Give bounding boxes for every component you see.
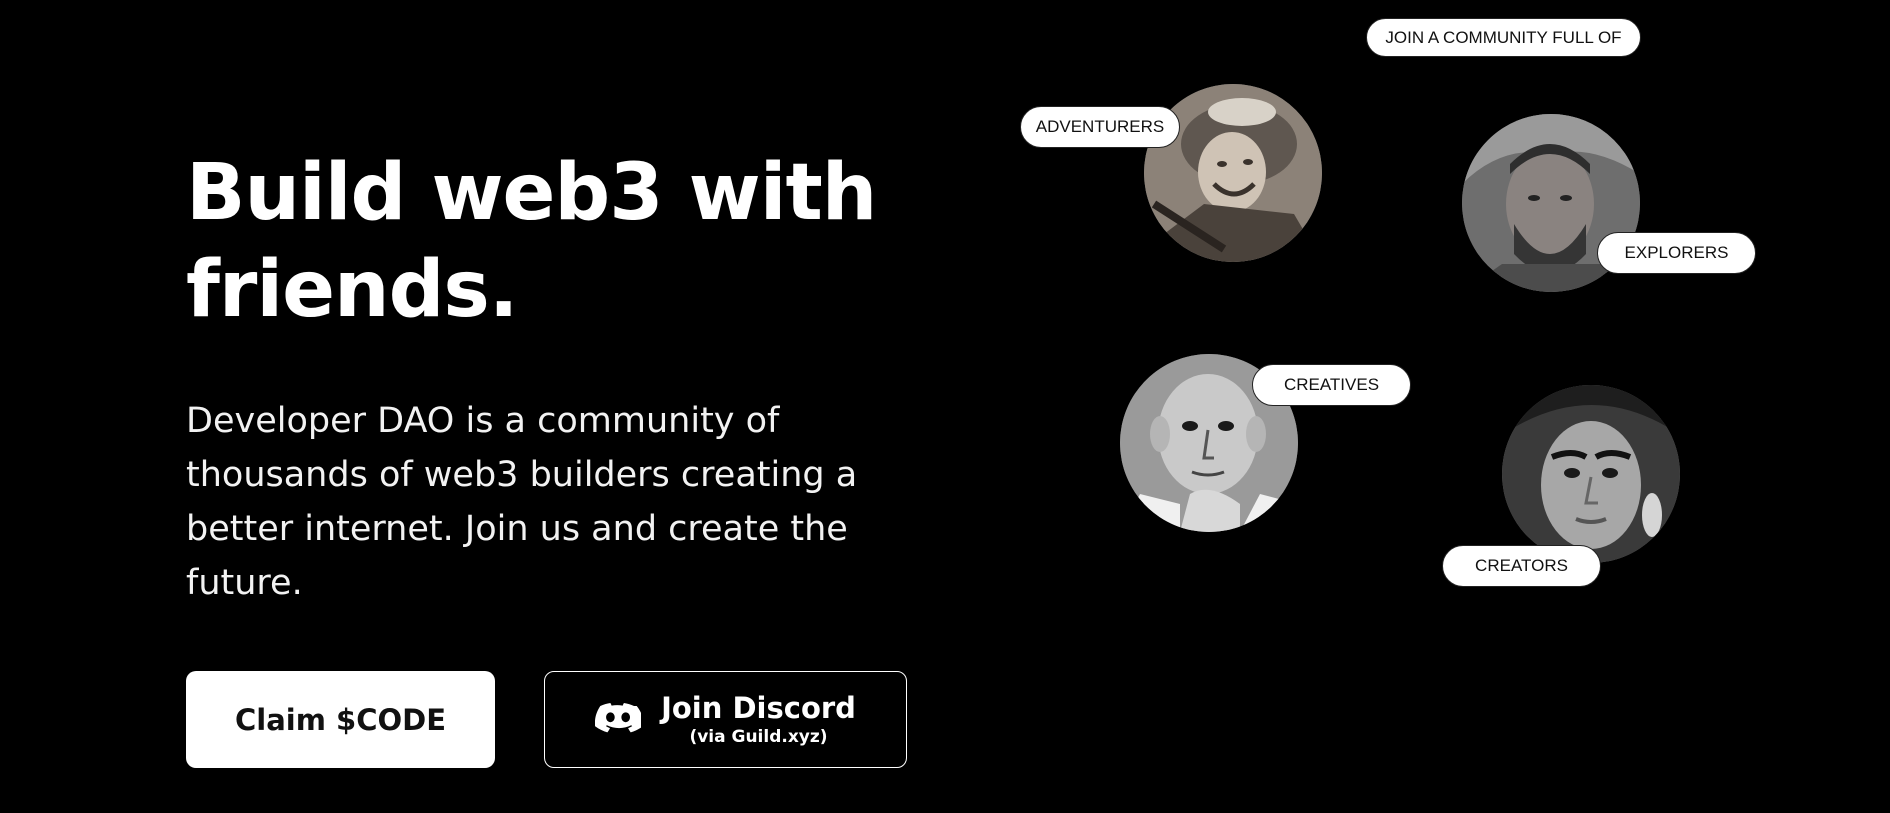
join-discord-button[interactable]: Join Discord (via Guild.xyz) <box>544 671 907 768</box>
hero-headline: Build web3 with friends. <box>186 148 877 335</box>
tag-explorers: EXPLORERS <box>1597 232 1756 274</box>
hero-section: Build web3 with friends. Developer DAO i… <box>186 145 906 610</box>
discord-icon <box>595 702 642 732</box>
avatar-creator <box>1502 385 1680 563</box>
discord-button-sublabel: (via Guild.xyz) <box>689 726 828 747</box>
creator-photo <box>1502 385 1680 563</box>
hero-description: Developer DAO is a community of thousand… <box>186 401 858 603</box>
discord-button-label: Join Discord <box>661 690 856 725</box>
community-heading: JOIN A COMMUNITY FULL OF <box>1366 18 1641 57</box>
tag-adventurers: ADVENTURERS <box>1020 106 1180 148</box>
tag-creators: CREATORS <box>1442 545 1601 587</box>
cta-row: Claim $CODE Join Discord (via Guild.xyz) <box>186 671 907 768</box>
claim-code-button[interactable]: Claim $CODE <box>186 671 495 768</box>
tag-creatives: CREATIVES <box>1252 364 1411 406</box>
discord-button-text: Join Discord (via Guild.xyz) <box>661 690 856 747</box>
